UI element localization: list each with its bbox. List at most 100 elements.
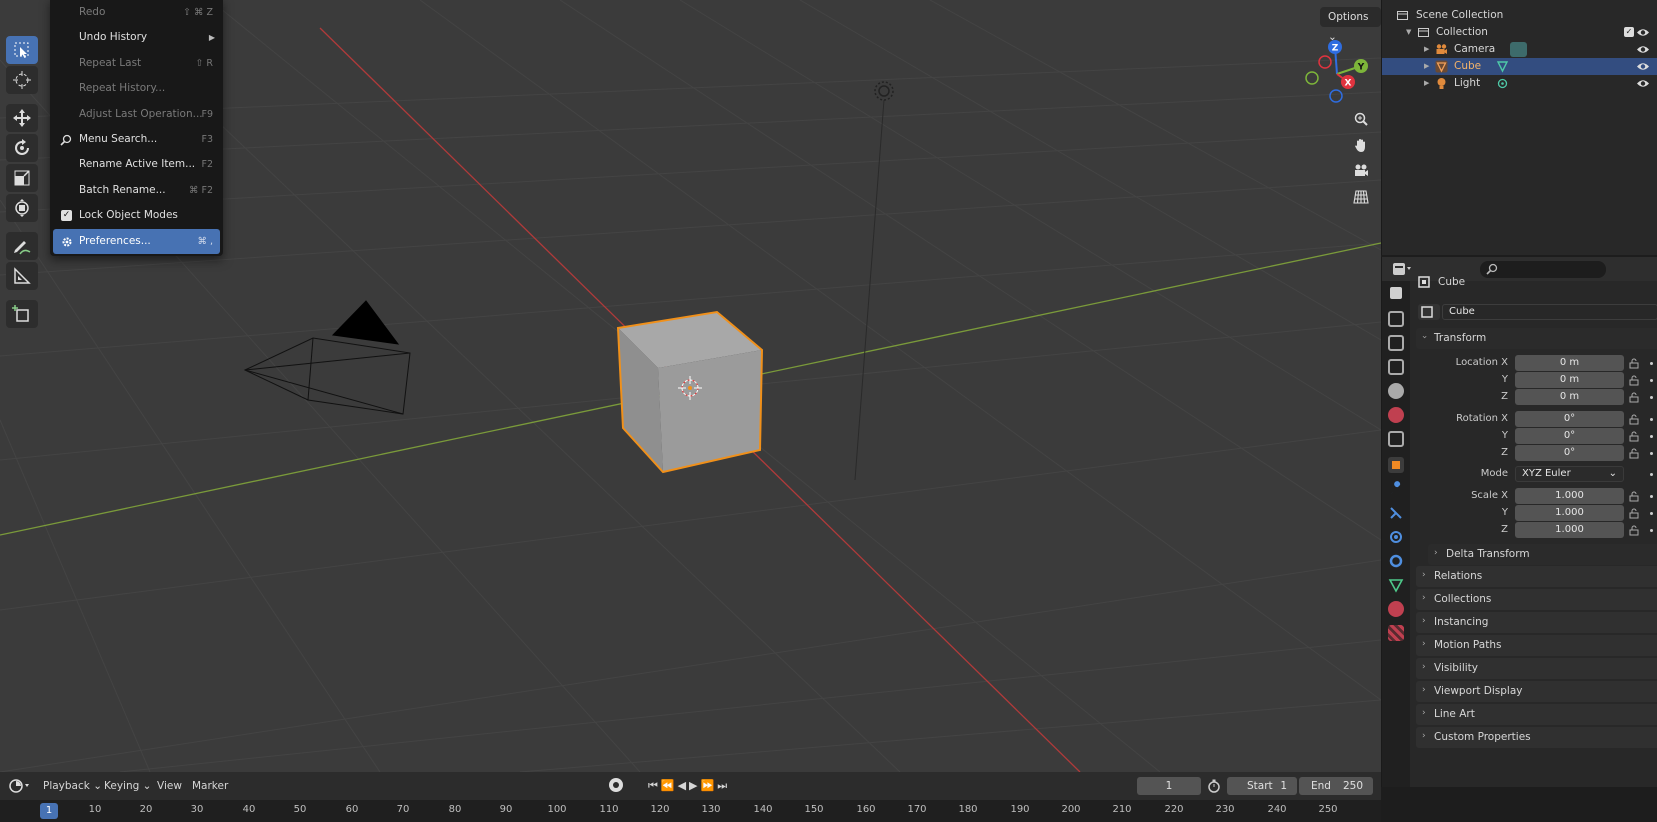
keyframe-dot-icon[interactable] (1650, 473, 1653, 476)
zoom-view-button[interactable] (1350, 108, 1372, 130)
scale-x-field[interactable]: 1.000 (1515, 488, 1624, 504)
visibility-eye-icon[interactable] (1636, 60, 1650, 73)
collection-exclude-checkbox[interactable]: ✓ (1624, 27, 1634, 37)
visibility-eye-icon[interactable] (1636, 26, 1650, 39)
camera-object[interactable] (243, 300, 411, 415)
outliner-scene-collection[interactable]: Scene Collection (1382, 7, 1657, 24)
location-y-field[interactable]: 0 m (1515, 372, 1624, 388)
keyframe-dot-icon[interactable] (1650, 529, 1653, 532)
keying-menu[interactable]: Keying ⌄ (104, 777, 151, 795)
lock-icon[interactable] (1629, 414, 1639, 425)
outliner-collection[interactable]: ▼ Collection ✓ (1382, 24, 1657, 41)
timeline-editor-type-icon[interactable] (8, 778, 34, 794)
cursor-tool[interactable] (6, 66, 38, 94)
light-data-icon[interactable] (1496, 77, 1509, 90)
outliner-item-camera[interactable]: ▶ Camera (1382, 41, 1657, 58)
camera-view-button[interactable] (1350, 160, 1372, 182)
location-x-field[interactable]: 0 m (1515, 355, 1624, 371)
menu-item-menu-search[interactable]: Menu Search... F3 (50, 127, 223, 152)
current-frame-indicator[interactable]: 1 (40, 803, 58, 819)
pan-view-button[interactable] (1350, 134, 1372, 156)
light-object[interactable] (874, 81, 894, 101)
keyframe-dot-icon[interactable] (1650, 435, 1653, 438)
lock-icon[interactable] (1629, 392, 1639, 403)
menu-item-redo[interactable]: Redo ⇧ ⌘ Z (50, 0, 223, 25)
scale-tool[interactable] (6, 164, 38, 192)
menu-item-repeat-history[interactable]: Repeat History... (50, 76, 223, 101)
panel-visibility[interactable]: › Visibility (1416, 658, 1657, 679)
expand-arrow-icon[interactable]: ▶ (1424, 58, 1429, 75)
move-tool[interactable] (6, 104, 38, 132)
checkbox-checked-icon[interactable]: ✓ (61, 210, 72, 222)
rotation-z-field[interactable]: 0° (1515, 445, 1624, 461)
panel-line-art[interactable]: › Line Art (1416, 704, 1657, 725)
end-frame-field[interactable]: End 250 (1299, 777, 1373, 795)
keyframe-dot-icon[interactable] (1650, 379, 1653, 382)
camera-data-icon[interactable] (1510, 42, 1527, 57)
lock-icon[interactable] (1629, 358, 1639, 369)
mesh-data-icon[interactable] (1496, 60, 1509, 73)
properties-search-input[interactable] (1480, 261, 1606, 278)
keyframe-dot-icon[interactable] (1650, 452, 1653, 455)
view-menu[interactable]: View (157, 777, 182, 795)
rotation-y-field[interactable]: 0° (1515, 428, 1624, 444)
start-frame-field[interactable]: Start 1 (1227, 777, 1297, 795)
panel-instancing[interactable]: › Instancing (1416, 612, 1657, 633)
scale-z-field[interactable]: 1.000 (1515, 522, 1624, 538)
editor-type-icon[interactable] (1392, 261, 1414, 277)
constraints-tab-icon[interactable] (1388, 553, 1404, 569)
playback-menu[interactable]: Playback ⌄ (43, 777, 102, 795)
playback-controls[interactable]: ⏮⏪◀▶⏩⏭ (648, 777, 730, 795)
expand-arrow-icon[interactable]: ▶ (1424, 75, 1429, 92)
outliner-item-light[interactable]: ▶ Light (1382, 75, 1657, 92)
lock-icon[interactable] (1629, 525, 1639, 536)
menu-item-adjust-last-operation[interactable]: Adjust Last Operation... F9 (50, 102, 223, 127)
rotation-x-field[interactable]: 0° (1515, 411, 1624, 427)
expand-arrow-icon[interactable]: ▶ (1424, 41, 1429, 58)
navigation-gizmo[interactable]: Z Y X (1298, 38, 1376, 108)
stopwatch-icon[interactable] (1207, 779, 1221, 793)
panel-relations[interactable]: › Relations (1416, 566, 1657, 587)
lock-icon[interactable] (1629, 491, 1639, 502)
keyframe-dot-icon[interactable] (1650, 495, 1653, 498)
marker-menu[interactable]: Marker (192, 777, 228, 795)
lock-icon[interactable] (1629, 448, 1639, 459)
menu-item-batch-rename[interactable]: Batch Rename... ⌘ F2 (50, 178, 223, 203)
keyframe-dot-icon[interactable] (1650, 512, 1653, 515)
material-tab-icon[interactable] (1388, 601, 1404, 617)
menu-item-undo-history[interactable]: Undo History ▶ (50, 25, 223, 50)
transform-tool[interactable] (6, 194, 38, 222)
transform-panel-header[interactable]: › Transform (1416, 328, 1657, 349)
auto-keying-record-button[interactable] (609, 778, 623, 792)
expand-arrow-icon[interactable]: ▼ (1406, 24, 1411, 41)
visibility-eye-icon[interactable] (1636, 77, 1650, 90)
render-tab-icon[interactable] (1388, 311, 1404, 327)
keyframe-dot-icon[interactable] (1650, 418, 1653, 421)
cube-object[interactable] (616, 310, 764, 474)
perspective-toggle-button[interactable] (1350, 186, 1372, 208)
timeline-frame-ruler[interactable]: 1 10 20 30 40 50 60 70 80 90 100 110 120… (0, 800, 1381, 822)
add-cube-tool[interactable] (6, 300, 38, 328)
object-name-field[interactable]: Cube (1442, 304, 1657, 320)
texture-tab-icon[interactable] (1388, 625, 1404, 641)
panel-collections[interactable]: › Collections (1416, 589, 1657, 610)
viewport-options-dropdown[interactable]: Options ⌄ (1320, 7, 1381, 43)
panel-motion-paths[interactable]: › Motion Paths (1416, 635, 1657, 656)
rotation-mode-dropdown[interactable]: XYZ Euler ⌄ (1515, 466, 1624, 482)
select-box-tool[interactable] (6, 36, 38, 64)
keyframe-dot-icon[interactable] (1650, 396, 1653, 399)
output-tab-icon[interactable] (1388, 335, 1404, 351)
lock-icon[interactable] (1629, 431, 1639, 442)
scale-y-field[interactable]: 1.000 (1515, 505, 1624, 521)
panel-viewport-display[interactable]: › Viewport Display (1416, 681, 1657, 702)
menu-item-lock-object-modes[interactable]: ✓ Lock Object Modes (50, 203, 223, 228)
outliner-item-cube[interactable]: ▶ Cube (1382, 58, 1657, 75)
tool-tab-icon[interactable] (1390, 287, 1402, 299)
annotate-tool[interactable] (6, 232, 38, 260)
current-frame-field[interactable]: 1 (1137, 777, 1201, 795)
lock-icon[interactable] (1629, 375, 1639, 386)
location-z-field[interactable]: 0 m (1515, 389, 1624, 405)
menu-item-repeat-last[interactable]: Repeat Last ⇧ R (50, 51, 223, 76)
menu-item-rename-active-item[interactable]: Rename Active Item... F2 (50, 152, 223, 177)
object-data-tab-icon[interactable] (1388, 577, 1404, 593)
